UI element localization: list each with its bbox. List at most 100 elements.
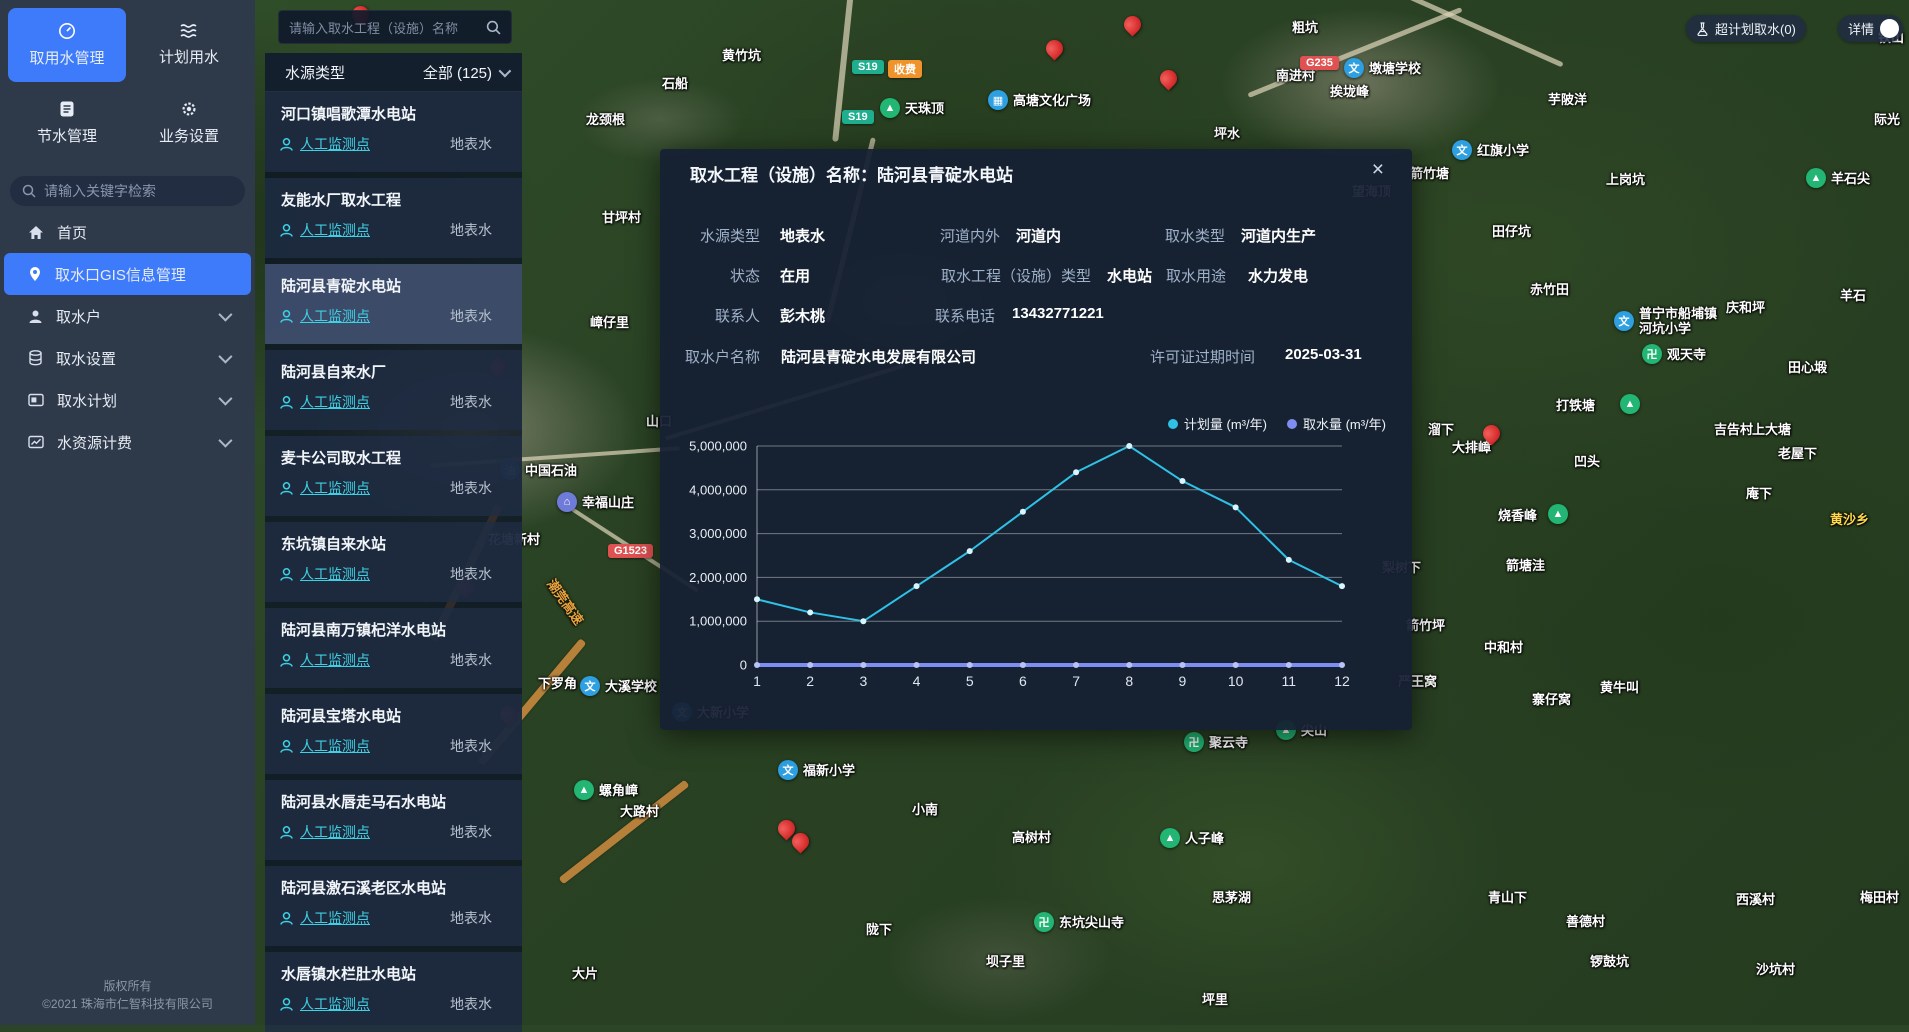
map-place-label: 溜下	[1428, 422, 1454, 437]
monitor-type-link[interactable]: 人工监测点	[300, 822, 370, 842]
station-list-item[interactable]: 陆河县激石溪老区水电站人工监测点地表水	[265, 866, 522, 946]
svg-text:1: 1	[753, 673, 761, 689]
monitor-type-link[interactable]: 人工监测点	[300, 478, 370, 498]
detail-toggle[interactable]: 详情	[1838, 15, 1903, 42]
sidebar-item-3[interactable]: 取水户	[0, 295, 255, 337]
station-map-pin[interactable]	[1120, 12, 1144, 36]
station-list-item[interactable]: 河口镇唱歌潭水电站人工监测点地表水	[265, 92, 522, 172]
map-poi-label: 螺角嶂	[599, 783, 638, 798]
sidebar-item-4[interactable]: 取水设置	[0, 337, 255, 379]
tile-label: 计划用水	[159, 46, 219, 67]
map-place-label: 凹头	[1574, 454, 1600, 469]
station-list-item[interactable]: 友能水厂取水工程人工监测点地表水	[265, 178, 522, 258]
station-list-panel: 水源类型 全部 (125) 河口镇唱歌潭水电站人工监测点地表水友能水厂取水工程人…	[265, 53, 522, 1025]
map-place-label: 下罗角	[538, 676, 577, 691]
sidebar-item-1[interactable]: 首页	[0, 211, 255, 253]
station-list-item[interactable]: 陆河县水唇走马石水电站人工监测点地表水	[265, 780, 522, 860]
building-icon: ▦	[988, 90, 1008, 110]
station-list-item[interactable]: 陆河县南万镇杞洋水电站人工监测点地表水	[265, 608, 522, 688]
water-source-type: 地表水	[450, 908, 492, 928]
field-label: 取水户名称	[540, 346, 760, 367]
station-list-item[interactable]: 陆河县自来水厂人工监测点地表水	[265, 350, 522, 430]
station-list-item[interactable]: 水唇镇水栏肚水电站人工监测点地表水	[265, 952, 522, 1032]
close-icon[interactable]: ×	[1372, 159, 1384, 180]
monitor-type-link[interactable]: 人工监测点	[300, 220, 370, 240]
field-label: 河道内外	[780, 225, 1000, 246]
over-plan-intake-button[interactable]: 超计划取水(0)	[1686, 15, 1806, 42]
station-map-pin[interactable]	[1156, 66, 1180, 90]
map-place-label: 上岗坑	[1606, 172, 1645, 187]
menu-label: 水资源计费	[57, 432, 132, 453]
station-search-input[interactable]: 请输入取水工程（设施）名称	[278, 10, 512, 44]
sidebar-item-2[interactable]: 取水口GIS信息管理	[4, 253, 251, 295]
toggle-knob-icon	[1880, 19, 1899, 38]
road	[1406, 0, 1563, 67]
map-place-label: 锣鼓坑	[1590, 954, 1629, 969]
station-list-item[interactable]: 麦卡公司取水工程人工监测点地表水	[265, 436, 522, 516]
map-place-label: 打铁塘	[1556, 398, 1595, 413]
sidebar-item-6[interactable]: 水资源计费	[0, 421, 255, 463]
map-poi-label: 观天寺	[1667, 347, 1706, 362]
map-poi-label: 天珠顶	[905, 101, 944, 116]
field-value: 河道内生产	[1241, 225, 1316, 246]
map-poi-temple: 卍聚云寺	[1184, 732, 1248, 752]
map-poi-mountain: ▲螺角嶂	[574, 780, 638, 800]
person-icon	[279, 997, 294, 1012]
person-icon	[279, 481, 294, 496]
station-list-item[interactable]: 陆河县青碇水电站人工监测点地表水	[265, 264, 522, 344]
flask-icon	[1696, 22, 1709, 36]
monitor-type-link[interactable]: 人工监测点	[300, 306, 370, 326]
map-poi-school: 文墩塘学校	[1344, 58, 1421, 78]
school-icon: 文	[1614, 311, 1634, 331]
map-place-label: 大片	[572, 966, 598, 981]
module-tile-3[interactable]: 节水管理	[8, 86, 126, 160]
station-name: 友能水厂取水工程	[281, 189, 401, 210]
map-place-label: 中和村	[1484, 640, 1523, 655]
svg-text:1,000,000: 1,000,000	[689, 614, 747, 629]
module-tile-1[interactable]: 取用水管理	[8, 8, 126, 82]
map-poi-school: 文普宁市船埔镇 河坑小学	[1614, 306, 1717, 336]
svg-text:6: 6	[1019, 673, 1027, 689]
person-icon	[279, 223, 294, 238]
map-poi-hotel: ⌂幸福山庄	[557, 492, 634, 512]
person-icon	[279, 825, 294, 840]
source-type-filter[interactable]: 全部 (125)	[423, 62, 508, 83]
svg-text:0: 0	[740, 658, 747, 673]
monitor-type-link[interactable]: 人工监测点	[300, 564, 370, 584]
map-place-label: 挨垅峰	[1330, 84, 1369, 99]
map-place-label: 箭竹塘	[1410, 166, 1449, 181]
water-source-type: 地表水	[450, 994, 492, 1014]
svg-text:3: 3	[859, 673, 867, 689]
monitor-type-link[interactable]: 人工监测点	[300, 994, 370, 1014]
hotel-icon: ⌂	[557, 492, 577, 512]
monitor-type-link[interactable]: 人工监测点	[300, 392, 370, 412]
map-place-label: 坪水	[1214, 126, 1240, 141]
monitor-type-link[interactable]: 人工监测点	[300, 650, 370, 670]
station-list-item[interactable]: 东坑镇自来水站人工监测点地表水	[265, 522, 522, 602]
water-source-type: 地表水	[450, 478, 492, 498]
module-tile-2[interactable]: 计划用水	[130, 8, 248, 82]
module-tile-4[interactable]: 业务设置	[130, 86, 248, 160]
monitor-type-link[interactable]: 人工监测点	[300, 736, 370, 756]
map-place-label: 甘坪村	[602, 210, 641, 225]
over-plan-label: 超计划取水(0)	[1715, 19, 1796, 38]
field-value: 13432771221	[1012, 305, 1104, 322]
station-list-item[interactable]: 陆河县宝塔水电站人工监测点地表水	[265, 694, 522, 774]
school-icon: 文	[580, 676, 600, 696]
field-value: 2025-03-31	[1285, 346, 1362, 363]
station-map-pin[interactable]	[1042, 36, 1066, 60]
map-place-label: 上大塘	[1752, 422, 1791, 437]
monitor-type-link[interactable]: 人工监测点	[300, 908, 370, 928]
keyword-search-input[interactable]: 请输入关键字检索	[10, 176, 245, 206]
sidebar-item-5[interactable]: 取水计划	[0, 379, 255, 421]
map-place-label: 黄牛叫	[1600, 680, 1639, 695]
station-detail-modal: 取水工程（设施）名称：陆河县青碇水电站 × 水源类型地表水河道内外河道内取水类型…	[660, 149, 1412, 730]
person-icon	[279, 395, 294, 410]
svg-text:9: 9	[1179, 673, 1187, 689]
sidebar-menu: 首页取水口GIS信息管理取水户取水设置取水计划水资源计费	[0, 211, 255, 463]
map-poi-label: 红旗小学	[1477, 143, 1529, 158]
map-place-label: 陇下	[866, 922, 892, 937]
person-icon	[279, 911, 294, 926]
expressway-label: 潮莞高速	[543, 575, 588, 629]
monitor-type-link[interactable]: 人工监测点	[300, 134, 370, 154]
